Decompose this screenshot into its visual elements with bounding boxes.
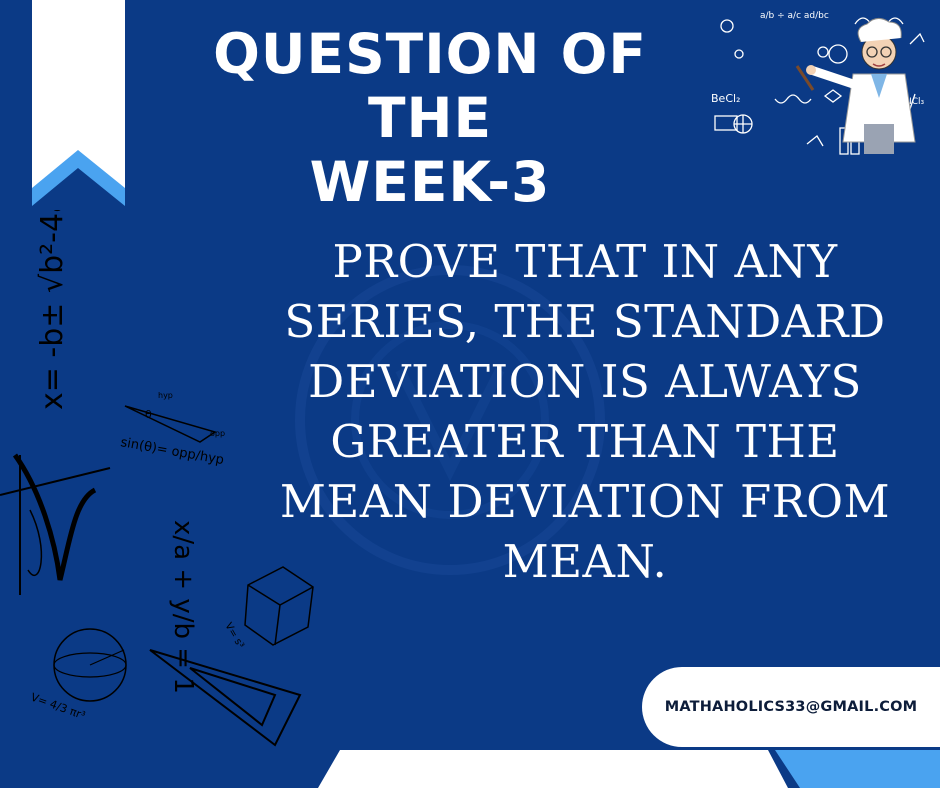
quadratic-formula: x= -b± √b²-4ac / 2a: [35, 210, 70, 410]
board-top-formula: a/b ÷ a/c ad/bc: [760, 11, 829, 21]
professor-pointer-icon: a/b ÷ a/c ad/bc BeCl₂ NCl₃: [711, 11, 925, 155]
theta-label: θ: [145, 408, 152, 421]
opp-label: opp: [210, 429, 225, 438]
math-doodles: x= -b± √b²-4ac / 2a θ hyp opp sin(θ)= op…: [0, 210, 314, 747]
email-pill: MATHAHOLICS33@GMAIL.COM: [642, 667, 940, 747]
board-left-formula: BeCl₂: [711, 92, 740, 105]
title-line-2: WEEK-3: [309, 150, 551, 214]
question-text: PROVE THAT IN ANY SERIES, THE STANDARD D…: [279, 235, 891, 588]
title-line-1: QUESTION OF THE: [213, 22, 647, 150]
hyp-label: hyp: [158, 391, 173, 400]
page-title: QUESTION OF THE WEEK-3: [150, 22, 710, 214]
ribbon-bookmark-icon: [32, 0, 125, 206]
contact-email: MATHAHOLICS33@GMAIL.COM: [664, 699, 918, 715]
sine-formula: sin(θ)= opp/hyp: [119, 435, 225, 468]
sphere-volume: V= 4/3 πr³: [29, 691, 87, 723]
cube-volume: V= s³: [222, 621, 245, 650]
footer-stripe: [318, 750, 940, 788]
